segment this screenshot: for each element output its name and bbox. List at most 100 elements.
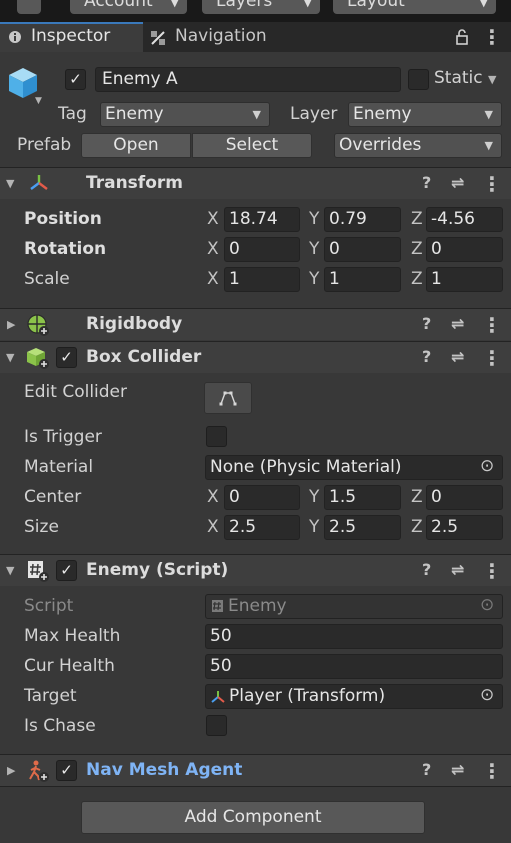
chevron-down-icon: ▼ — [303, 0, 312, 9]
rotation-y-axis[interactable]: Y — [309, 239, 319, 259]
preset-icon[interactable]: ⇌ — [451, 314, 464, 333]
size-y-axis[interactable]: Y — [309, 517, 319, 537]
preset-icon[interactable]: ⇌ — [451, 560, 464, 579]
static-checkbox[interactable] — [408, 69, 429, 90]
help-icon[interactable]: ? — [422, 760, 431, 779]
help-icon[interactable]: ? — [422, 347, 431, 366]
position-x-field[interactable]: 18.74 — [224, 207, 300, 232]
more-options-icon[interactable]: ⋮ — [482, 559, 502, 583]
static-label[interactable]: Static — [434, 68, 483, 88]
layer-dropdown[interactable]: Enemy ▼ — [348, 102, 502, 127]
box-collider-enabled-checkbox[interactable]: ✓ — [56, 347, 77, 368]
layout-dropdown[interactable]: Layout ▼ — [333, 0, 496, 14]
nav-mesh-agent-enabled-checkbox[interactable]: ✓ — [56, 760, 77, 781]
foldout-open-icon[interactable]: ▼ — [6, 351, 14, 364]
size-y-field[interactable]: 2.5 — [324, 515, 401, 540]
size-x-field[interactable]: 2.5 — [224, 515, 300, 540]
scale-x-field[interactable]: 1 — [224, 267, 300, 292]
rigidbody-component-header[interactable] — [0, 308, 511, 340]
transform-icon — [211, 691, 225, 703]
position-x-axis[interactable]: X — [207, 209, 219, 229]
rotation-z-axis[interactable]: Z — [411, 239, 423, 259]
material-field[interactable]: None (Physic Material) — [205, 455, 503, 480]
tab-navigation-label: Navigation — [175, 26, 267, 46]
rotation-x-field[interactable]: 0 — [224, 237, 300, 262]
object-name-input[interactable]: Enemy A — [95, 67, 401, 92]
position-z-axis[interactable]: Z — [411, 209, 423, 229]
object-picker-icon[interactable]: ⊙ — [480, 685, 494, 705]
prefab-overrides-dropdown[interactable]: Overrides ▼ — [334, 133, 502, 158]
center-x-axis[interactable]: X — [207, 487, 219, 507]
rigidbody-icon — [27, 314, 49, 336]
transform-component-header[interactable] — [0, 167, 511, 199]
center-z-axis[interactable]: Z — [411, 487, 423, 507]
cur-health-field[interactable]: 50 — [205, 654, 503, 679]
more-options-icon[interactable]: ⋮ — [482, 172, 502, 196]
object-picker-icon: ⊙ — [480, 595, 495, 615]
rotation-label: Rotation — [24, 239, 107, 259]
layer-value: Enemy — [353, 104, 412, 124]
help-icon[interactable]: ? — [422, 173, 431, 192]
foldout-open-icon[interactable]: ▼ — [6, 564, 14, 577]
rotation-y-field[interactable]: 0 — [324, 237, 401, 262]
cur-health-label: Cur Health — [24, 656, 115, 676]
chevron-down-icon: ▼ — [252, 108, 261, 121]
active-checkbox[interactable]: ✓ — [65, 69, 86, 90]
position-y-axis[interactable]: Y — [309, 209, 319, 229]
foldout-closed-icon[interactable]: ▶ — [7, 318, 15, 331]
scale-z-axis[interactable]: Z — [411, 269, 423, 289]
center-x-field[interactable]: 0 — [224, 485, 300, 510]
center-y-axis[interactable]: Y — [309, 487, 319, 507]
nav-mesh-agent-icon — [29, 760, 49, 782]
preset-icon[interactable]: ⇌ — [451, 173, 464, 192]
more-options-icon[interactable]: ⋮ — [482, 346, 502, 370]
account-label: Account — [84, 0, 153, 11]
script-file-icon — [212, 600, 223, 612]
scale-y-field[interactable]: 1 — [324, 267, 401, 292]
foldout-open-icon[interactable]: ▼ — [6, 177, 14, 190]
size-z-field[interactable]: 2.5 — [426, 515, 503, 540]
more-options-icon[interactable]: ⋮ — [482, 25, 502, 49]
object-picker-icon[interactable]: ⊙ — [480, 456, 494, 476]
toolbar-square-button[interactable] — [17, 0, 41, 14]
center-y-field[interactable]: 1.5 — [324, 485, 401, 510]
chevron-down-icon: ▼ — [170, 0, 179, 9]
rotation-z-field[interactable]: 0 — [426, 237, 503, 262]
chevron-down-icon: ▼ — [484, 108, 493, 121]
help-icon[interactable]: ? — [422, 314, 431, 333]
position-z-field[interactable]: -4.56 — [426, 207, 503, 232]
preset-icon[interactable]: ⇌ — [451, 760, 464, 779]
center-z-field[interactable]: 0 — [426, 485, 503, 510]
scale-y-axis[interactable]: Y — [309, 269, 319, 289]
size-x-axis[interactable]: X — [207, 517, 219, 537]
help-icon[interactable]: ? — [422, 560, 431, 579]
icon-dropdown-arrow-icon[interactable]: ▼ — [35, 96, 42, 106]
enemy-script-enabled-checkbox[interactable]: ✓ — [56, 560, 77, 581]
tag-value: Enemy — [105, 104, 164, 124]
size-z-axis[interactable]: Z — [411, 517, 423, 537]
tag-dropdown[interactable]: Enemy ▼ — [100, 102, 270, 127]
prefab-open-button[interactable]: Open — [81, 133, 191, 158]
lock-icon[interactable] — [455, 29, 469, 45]
is-trigger-checkbox[interactable] — [206, 426, 227, 447]
layers-dropdown[interactable]: Layers ▼ — [202, 0, 320, 14]
scale-x-axis[interactable]: X — [207, 269, 219, 289]
target-field[interactable]: Player (Transform) — [205, 684, 503, 709]
scale-z-field[interactable]: 1 — [426, 267, 503, 292]
more-options-icon[interactable]: ⋮ — [482, 759, 502, 783]
transform-icon — [30, 175, 48, 190]
edit-collider-button[interactable] — [204, 382, 252, 414]
preset-icon[interactable]: ⇌ — [451, 347, 464, 366]
more-options-icon[interactable]: ⋮ — [482, 313, 502, 337]
position-y-field[interactable]: 0.79 — [324, 207, 401, 232]
prefab-select-button[interactable]: Select — [192, 133, 312, 158]
foldout-closed-icon[interactable]: ▶ — [7, 764, 15, 777]
overrides-label: Overrides — [339, 135, 422, 155]
account-dropdown[interactable]: Account ▼ — [70, 0, 187, 14]
static-dropdown-icon[interactable]: ▼ — [488, 73, 496, 86]
add-component-button[interactable]: Add Component — [81, 801, 425, 834]
box-collider-icon — [27, 348, 49, 369]
is-chase-checkbox[interactable] — [206, 715, 227, 736]
rotation-x-axis[interactable]: X — [207, 239, 219, 259]
max-health-field[interactable]: 50 — [205, 624, 503, 649]
